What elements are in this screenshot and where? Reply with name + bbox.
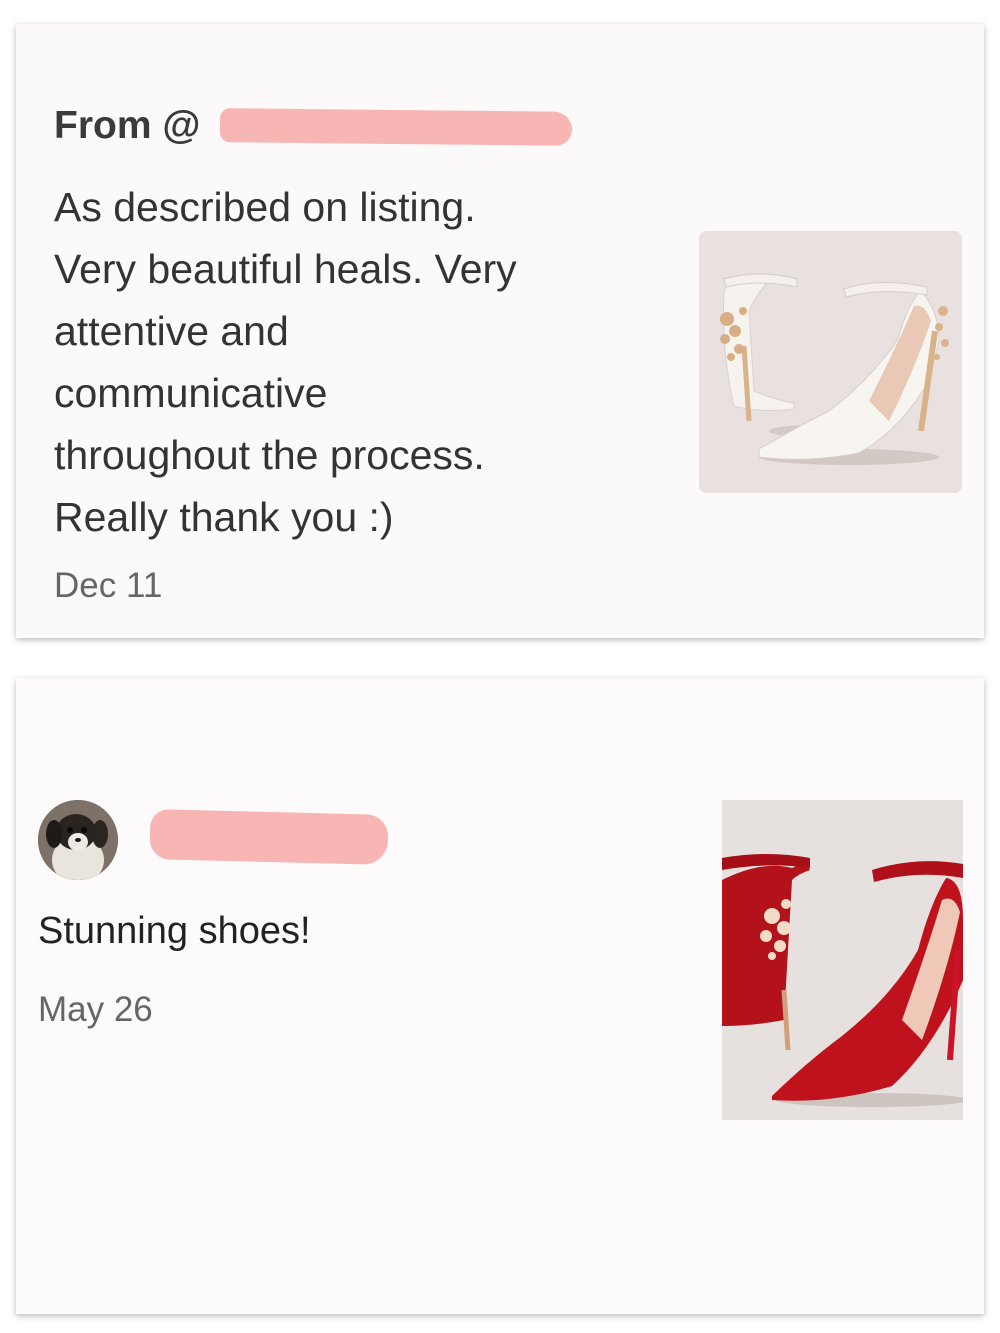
review-author[interactable]: From @ [54, 104, 200, 148]
review-photo-white-heels[interactable] [699, 231, 962, 493]
redacted-username [149, 809, 389, 865]
review-date: May 26 [38, 990, 153, 1029]
review-photo-red-heels[interactable] [722, 800, 963, 1120]
red-heels-icon [722, 800, 963, 1120]
user-avatar[interactable] [38, 800, 118, 880]
review-text: As described on listing. Very beautiful … [54, 184, 517, 540]
review-card-2: Stunning shoes! May 26 [16, 678, 984, 1314]
white-heels-icon [699, 231, 962, 493]
dog-avatar-icon [38, 800, 118, 880]
review-date: Dec 11 [54, 566, 163, 605]
review-card-1: From @ As described on listing. Very bea… [16, 24, 984, 638]
redacted-username [219, 108, 573, 146]
review-text: Stunning shoes! [38, 910, 311, 952]
